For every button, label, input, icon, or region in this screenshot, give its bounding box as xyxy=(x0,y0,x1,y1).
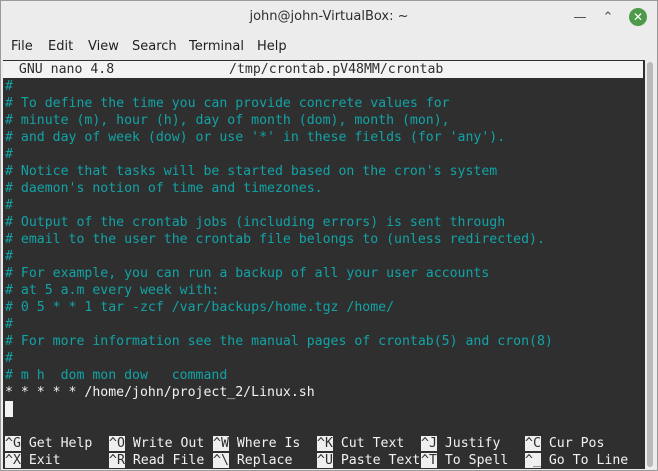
editor-line: # m h dom mon dow command xyxy=(5,368,228,383)
editor-line: # daemon's notion of time and timezones. xyxy=(5,181,323,196)
shortcut-label: Go To Line xyxy=(548,453,629,468)
shortcut-label: Where Is xyxy=(236,436,301,451)
editor-line: # Output of the crontab jobs (including … xyxy=(5,215,506,230)
shortcut-justify[interactable]: ^J Justify xyxy=(421,435,500,452)
scrollbar-thumb[interactable] xyxy=(647,62,653,467)
editor-line: # xyxy=(5,79,13,94)
shortcut-key: ^R xyxy=(109,453,125,468)
editor-line: # Notice that tasks will be started base… xyxy=(5,164,498,179)
close-icon[interactable]: ✕ xyxy=(629,8,647,26)
shortcut-label: Write Out xyxy=(132,436,205,451)
shortcut-key: ^X xyxy=(5,453,21,468)
editor-line: # 0 5 * * 1 tar -zcf /var/backups/home.t… xyxy=(5,300,395,315)
shortcut-label: Cur Pos xyxy=(548,436,605,451)
shortcut-key: ^_ xyxy=(525,453,541,468)
shortcut-label: Get Help xyxy=(28,436,93,451)
shortcut-key: ^O xyxy=(109,436,125,451)
shortcut-label: Cut Text xyxy=(340,436,405,451)
shortcut-exit[interactable]: ^X Exit xyxy=(5,452,61,469)
shortcut-label: Read File xyxy=(132,453,205,468)
text-cursor xyxy=(5,401,13,417)
shortcut-label: To Spell xyxy=(444,453,509,468)
shortcut-cur-pos[interactable]: ^C Cur Pos xyxy=(525,435,604,452)
menu-file[interactable]: File xyxy=(11,39,33,54)
shortcut-key: ^G xyxy=(5,436,21,451)
nano-version: GNU nano 4.8 xyxy=(3,62,115,77)
title-bar[interactable]: john@john-VirtualBox: ~ — ⌃ ✕ xyxy=(1,1,657,34)
shortcut-label: Replace xyxy=(236,453,293,468)
shortcut-key: ^U xyxy=(317,453,333,468)
menu-terminal[interactable]: Terminal xyxy=(189,39,244,54)
shortcut-write-out[interactable]: ^O Write Out xyxy=(109,435,204,452)
menu-edit[interactable]: Edit xyxy=(48,39,73,54)
editor-line: # xyxy=(5,249,13,264)
menu-help[interactable]: Help xyxy=(257,39,287,54)
shortcut-read-file[interactable]: ^R Read File xyxy=(109,452,204,469)
editor-line: # xyxy=(5,198,13,213)
terminal-area[interactable]: GNU nano 4.8/tmp/crontab.pV48MM/crontab … xyxy=(3,60,655,469)
editor-line: # email to the user the crontab file bel… xyxy=(5,232,545,247)
editor-line: # xyxy=(5,147,13,162)
shortcut-key: ^J xyxy=(421,436,437,451)
terminal-scrollbar[interactable] xyxy=(645,60,655,469)
shortcut-key: ^W xyxy=(213,436,229,451)
shortcut-get-help[interactable]: ^G Get Help xyxy=(5,435,92,452)
window-title: john@john-VirtualBox: ~ xyxy=(249,9,409,24)
nano-filename: /tmp/crontab.pV48MM/crontab xyxy=(229,62,444,77)
shortcut-cut-text[interactable]: ^K Cut Text xyxy=(317,435,404,452)
menu-bar: File Edit View Search Terminal Help xyxy=(1,34,657,59)
nano-header: GNU nano 4.8/tmp/crontab.pV48MM/crontab xyxy=(3,61,643,78)
editor-line: # For example, you can run a backup of a… xyxy=(5,266,490,281)
shortcut-where-is[interactable]: ^W Where Is xyxy=(213,435,300,452)
maximize-icon[interactable]: ⌃ xyxy=(599,8,617,26)
shortcut-paste-text[interactable]: ^U Paste Text xyxy=(317,452,420,469)
shortcut-label: Exit xyxy=(28,453,61,468)
menu-search[interactable]: Search xyxy=(132,39,177,54)
terminal-window: john@john-VirtualBox: ~ — ⌃ ✕ File Edit … xyxy=(0,0,658,471)
shortcut-key: ^C xyxy=(525,436,541,451)
minimize-icon[interactable]: — xyxy=(571,8,589,26)
editor-line-cron-entry: * * * * * /home/john/project_2/Linux.sh xyxy=(5,385,315,400)
editor-line: # For more information see the manual pa… xyxy=(5,334,553,349)
menu-view[interactable]: View xyxy=(88,39,119,54)
shortcut-to-spell[interactable]: ^T To Spell xyxy=(421,452,508,469)
shortcut-key: ^K xyxy=(317,436,333,451)
editor-line: # xyxy=(5,317,13,332)
editor-line: # at 5 a.m every week with: xyxy=(5,283,220,298)
editor-line: # To define the time you can provide con… xyxy=(5,96,450,111)
shortcut-replace[interactable]: ^\ Replace xyxy=(213,452,292,469)
editor-line: # minute (m), hour (h), day of month (do… xyxy=(5,113,450,128)
editor-line: # and day of week (dow) or use '*' in th… xyxy=(5,130,506,145)
shortcut-label: Paste Text xyxy=(340,453,421,468)
shortcut-label: Justify xyxy=(444,436,501,451)
shortcut-key: ^T xyxy=(421,453,437,468)
shortcut-key: ^\ xyxy=(213,453,229,468)
shortcut-go-to-line[interactable]: ^_ Go To Line xyxy=(525,452,628,469)
editor-line: # xyxy=(5,351,13,366)
